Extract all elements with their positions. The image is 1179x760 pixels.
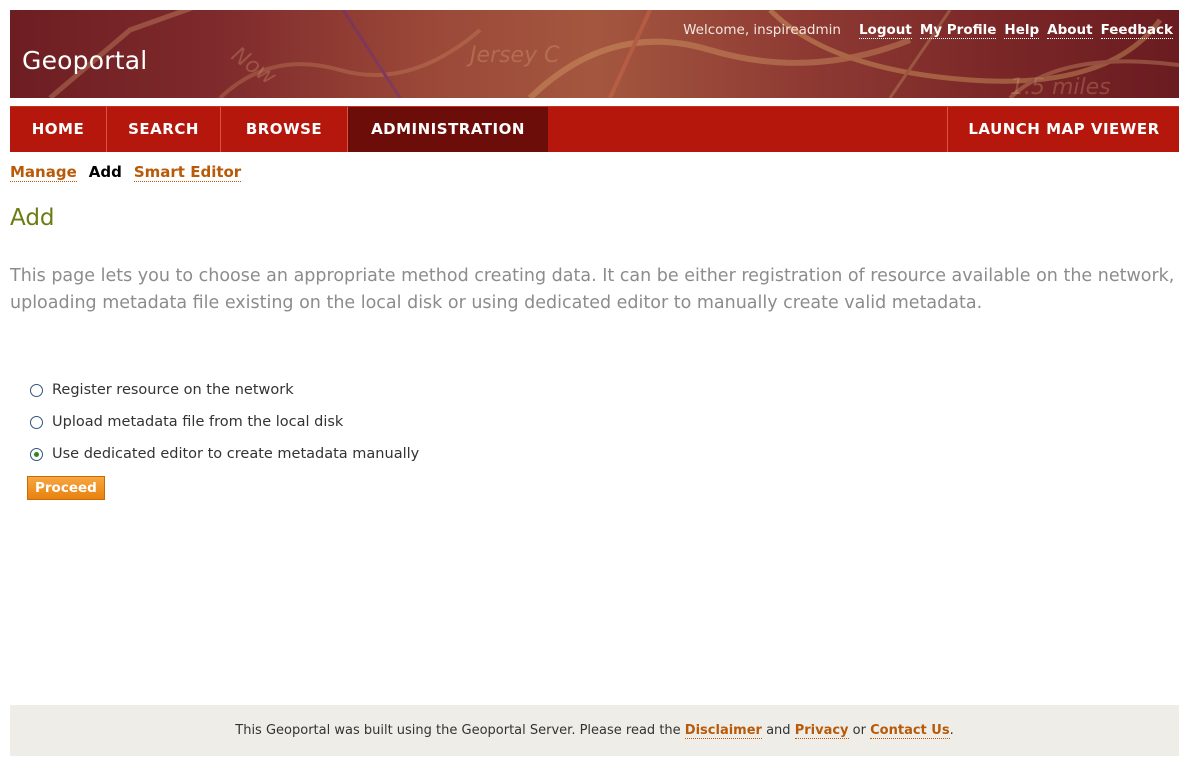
option-upload-metadata[interactable]: Upload metadata file from the local disk	[30, 406, 419, 438]
option-label: Register resource on the network	[52, 382, 294, 398]
footer-and: and	[766, 723, 791, 738]
footer-or: or	[852, 723, 866, 738]
footer-period: .	[949, 723, 954, 738]
footer-text: This Geoportal was built using the Geopo…	[235, 723, 681, 738]
my-profile-link[interactable]: My Profile	[919, 22, 997, 39]
main-nav: HOME SEARCH BROWSE ADMINISTRATION LAUNCH…	[10, 106, 1179, 152]
page-title: Add	[10, 205, 55, 231]
tab-search[interactable]: SEARCH	[107, 107, 221, 152]
privacy-link[interactable]: Privacy	[794, 723, 849, 739]
site-title: Geoportal	[22, 46, 148, 75]
contact-us-link[interactable]: Contact Us	[870, 723, 950, 739]
feedback-link[interactable]: Feedback	[1100, 22, 1173, 39]
logout-link[interactable]: Logout	[858, 22, 912, 39]
svg-text:1.5 miles: 1.5 miles	[1010, 75, 1111, 98]
footer: This Geoportal was built using the Geopo…	[10, 705, 1179, 756]
tab-administration[interactable]: ADMINISTRATION	[348, 107, 548, 152]
about-link[interactable]: About	[1047, 22, 1093, 39]
subnav-add-current: Add	[88, 163, 122, 181]
method-options: Register resource on the network Upload …	[30, 374, 419, 470]
header-banner: Now Jersey C 1.5 miles Geoportal Welcome…	[10, 10, 1179, 98]
option-dedicated-editor[interactable]: Use dedicated editor to create metadata …	[30, 438, 419, 470]
option-label: Upload metadata file from the local disk	[52, 414, 344, 430]
help-link[interactable]: Help	[1004, 22, 1040, 39]
tab-browse[interactable]: BROWSE	[221, 107, 348, 152]
disclaimer-link[interactable]: Disclaimer	[684, 723, 762, 739]
radio-upload-metadata[interactable]	[30, 415, 43, 429]
top-links: Welcome, inspireadmin Logout My Profile Hel…	[683, 22, 1173, 39]
radio-dedicated-editor[interactable]	[30, 447, 43, 461]
proceed-button[interactable]: Proceed	[27, 476, 105, 500]
option-label: Use dedicated editor to create metadata …	[52, 446, 420, 462]
tab-launch-map-viewer[interactable]: LAUNCH MAP VIEWER	[947, 107, 1179, 152]
tab-home[interactable]: HOME	[10, 107, 107, 152]
welcome-text: Welcome, inspireadmin	[683, 22, 841, 38]
subnav-smart-editor-link[interactable]: Smart Editor	[133, 163, 242, 182]
sub-nav: Manage Add Smart Editor	[10, 163, 242, 182]
radio-register-resource[interactable]	[30, 383, 43, 397]
svg-text:Jersey C: Jersey C	[466, 43, 560, 68]
subnav-manage-link[interactable]: Manage	[10, 163, 77, 182]
option-register-resource[interactable]: Register resource on the network	[30, 374, 419, 406]
page-description: This page lets you to choose an appropri…	[10, 266, 1175, 313]
